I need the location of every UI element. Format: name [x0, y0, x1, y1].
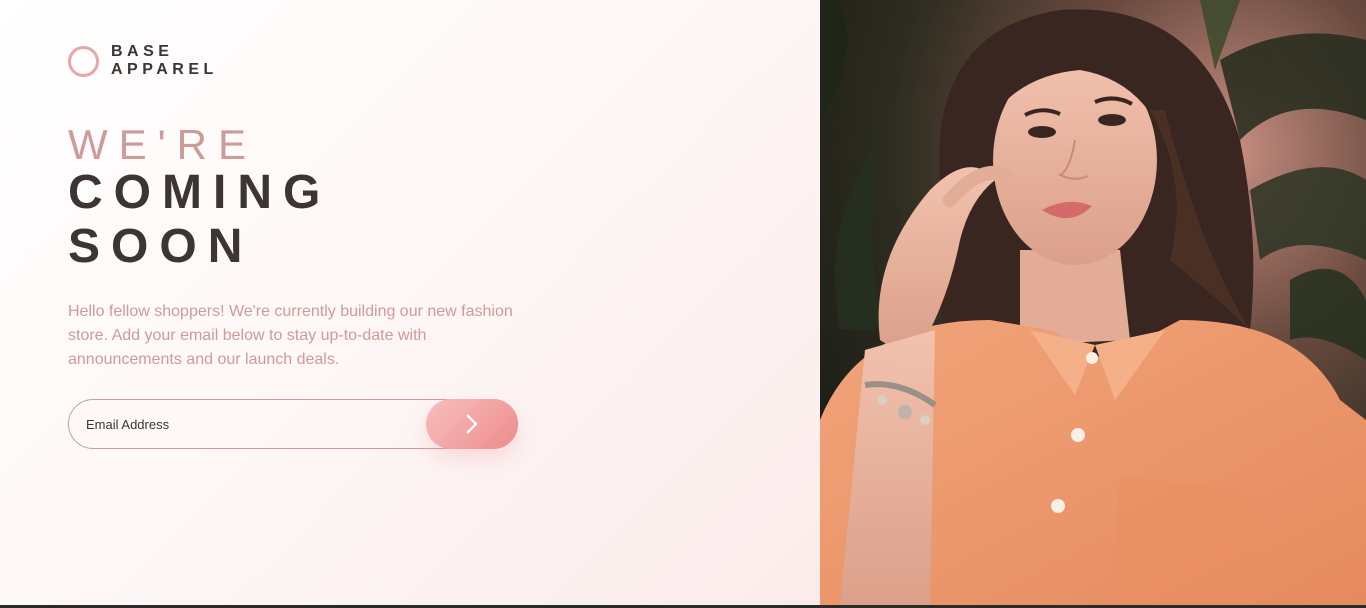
- coming-soon-page: BASE APPAREL WE'RE COMING SOON Hello fel…: [0, 0, 1366, 608]
- logo-wordmark: BASE APPAREL: [111, 43, 218, 79]
- chevron-right-icon: [466, 414, 478, 434]
- logo-line-2: APPAREL: [111, 61, 218, 78]
- logo-line-1: BASE: [111, 43, 174, 60]
- email-signup-form: [68, 399, 518, 449]
- email-input[interactable]: [86, 400, 416, 448]
- intro-text: Hello fellow shoppers! We're currently b…: [68, 303, 513, 368]
- headline-coming: COMING: [68, 166, 332, 219]
- hero-image: [820, 0, 1366, 605]
- headline-soon: SOON: [68, 220, 254, 273]
- submit-button[interactable]: [426, 399, 518, 449]
- hero-photo-illustration: [820, 0, 1366, 605]
- content-panel: BASE APPAREL WE'RE COMING SOON Hello fel…: [0, 0, 820, 605]
- page-headline: WE'RE COMING SOON: [68, 118, 331, 274]
- brand-logo[interactable]: BASE APPAREL: [68, 43, 218, 79]
- headline-light: WE'RE: [68, 121, 258, 168]
- logo-ring-icon: [68, 45, 99, 77]
